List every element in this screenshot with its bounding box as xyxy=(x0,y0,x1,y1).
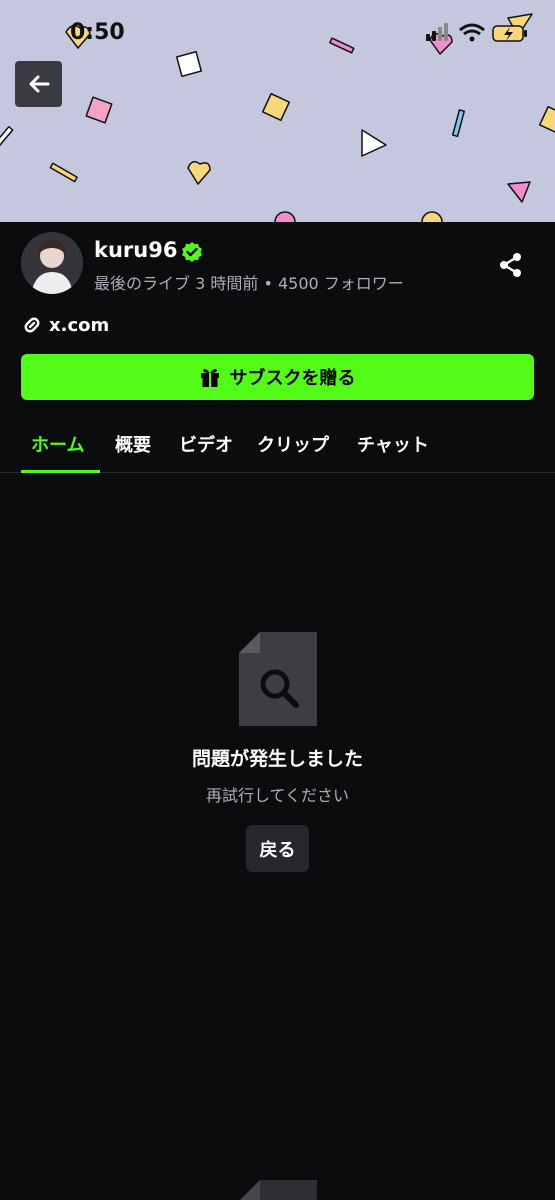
verified-icon xyxy=(182,242,202,262)
tab-chat[interactable]: チャット xyxy=(357,431,429,457)
channel-tabs: ホーム 概要 ビデオ クリップ チャット xyxy=(0,419,555,473)
status-time: 0:50 xyxy=(70,20,125,45)
tab-videos[interactable]: ビデオ xyxy=(179,431,233,457)
channel-banner: 0:50 xyxy=(0,0,555,222)
social-link[interactable]: x.com xyxy=(21,314,109,336)
link-icon xyxy=(24,317,40,333)
share-icon[interactable] xyxy=(498,252,524,278)
tab-home[interactable]: ホーム xyxy=(31,431,84,457)
channel-meta: 最後のライブ 3 時間前 • 4500 フォロワー xyxy=(94,274,404,293)
gift-subscription-button[interactable]: サブスクを贈る xyxy=(21,354,534,400)
document-search-icon-partial xyxy=(239,1180,317,1200)
error-subtitle: 再試行してください xyxy=(205,786,350,805)
link-label: x.com xyxy=(49,314,110,336)
document-search-icon xyxy=(239,632,317,726)
avatar[interactable] xyxy=(21,232,83,294)
back-arrow-icon xyxy=(29,75,49,93)
error-title: 問題が発生しました xyxy=(191,748,363,770)
tab-about[interactable]: 概要 xyxy=(115,431,151,457)
gift-icon xyxy=(200,368,219,387)
avatar-image xyxy=(21,232,83,294)
go-back-button[interactable]: 戻る xyxy=(246,825,309,872)
go-back-label: 戻る xyxy=(259,839,296,861)
tab-clips[interactable]: クリップ xyxy=(257,431,329,457)
back-button[interactable] xyxy=(15,61,62,107)
channel-name: kuru96 xyxy=(94,238,178,262)
active-tab-indicator xyxy=(21,470,100,473)
status-icons xyxy=(426,23,527,42)
gift-button-label: サブスクを贈る xyxy=(229,368,356,389)
